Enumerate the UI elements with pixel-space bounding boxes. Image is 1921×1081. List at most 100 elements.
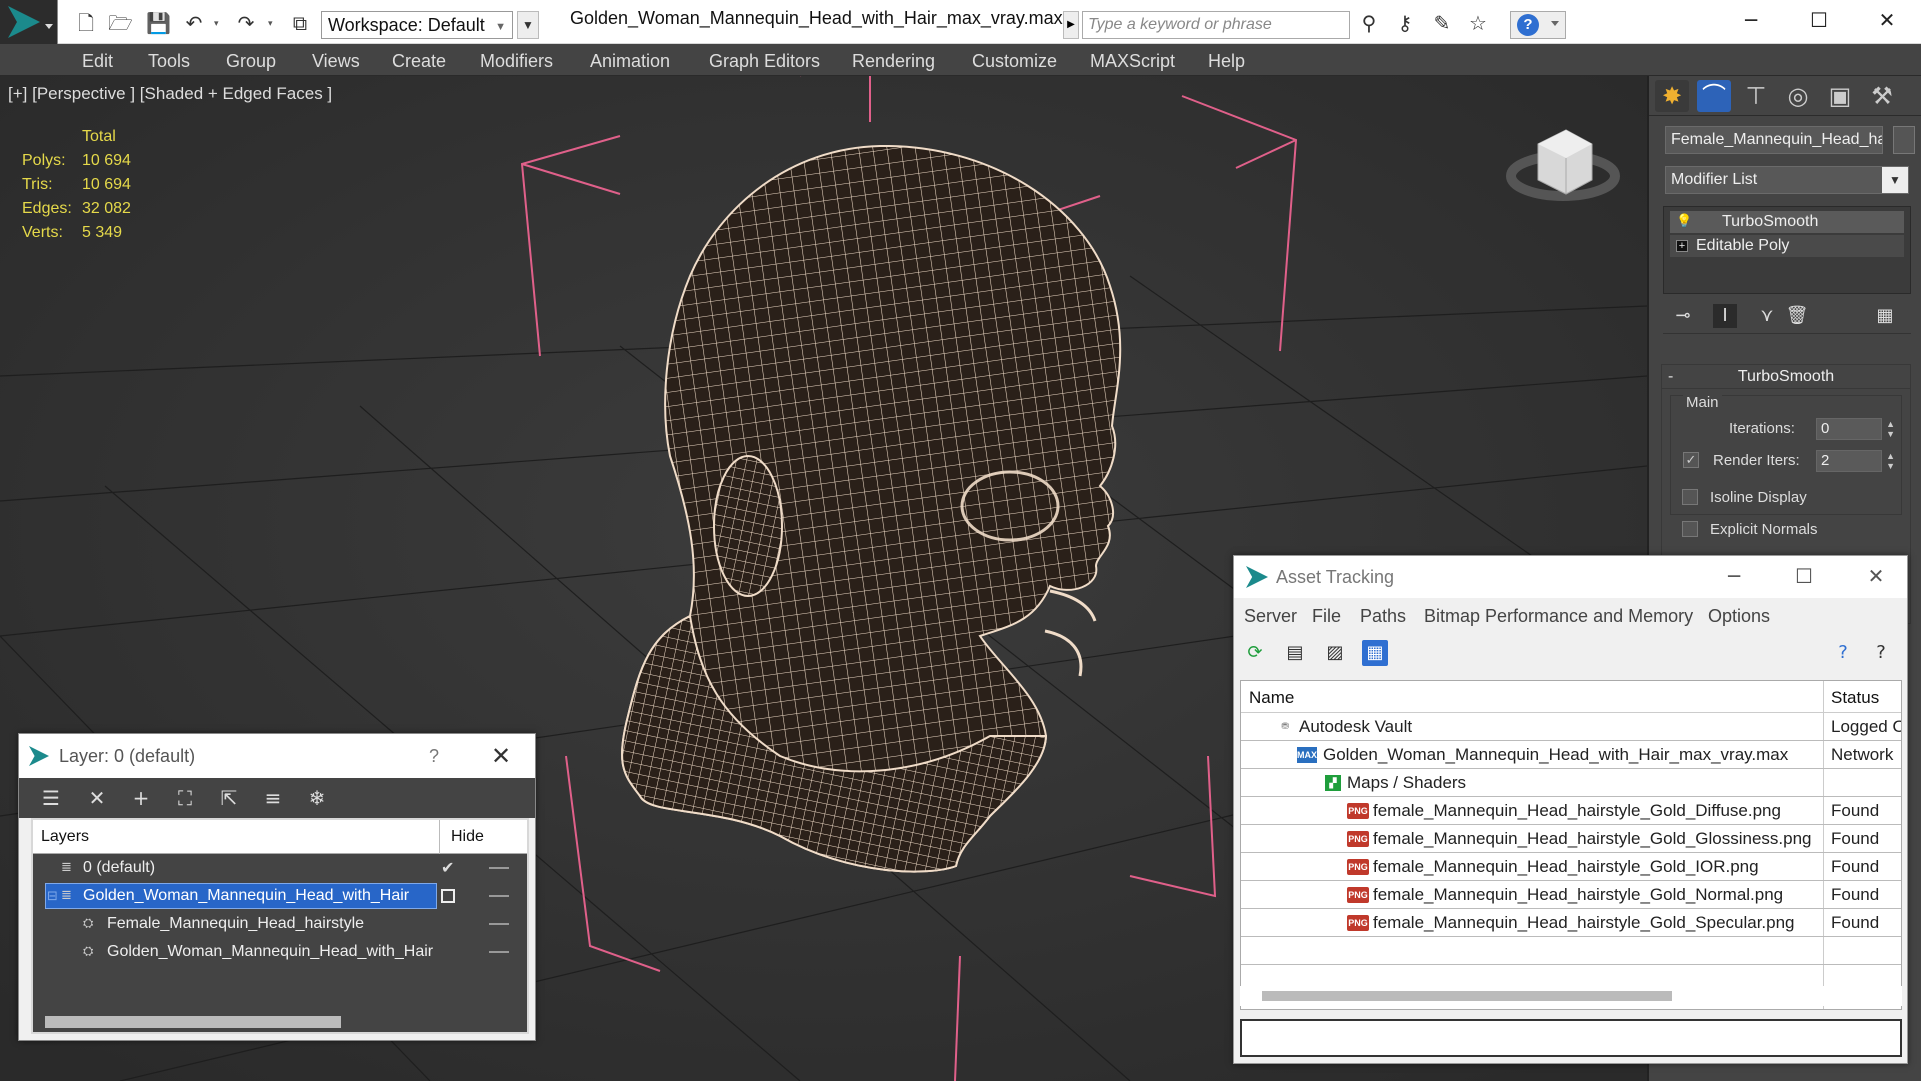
menu-graph-editors[interactable]: Graph Editors — [709, 51, 820, 72]
options-help-icon[interactable]: ? — [1868, 640, 1894, 666]
viewport-label[interactable]: [+] [Perspective ] [Shaded + Edged Faces… — [8, 84, 332, 104]
layer-row[interactable]: ⊟ ≣ Golden_Woman_Mannequin_Head_with_Hai… — [33, 882, 527, 910]
object-color-swatch[interactable] — [1893, 126, 1915, 154]
asset-row[interactable]: ▞ Maps / Shaders — [1241, 769, 1901, 797]
maximize-button[interactable]: ☐ — [1774, 560, 1834, 592]
make-current-layer-icon[interactable]: ≡ — [261, 786, 285, 810]
layer-object-row[interactable]: ⛭ Golden_Woman_Mannequin_Head_with_Hair — [33, 938, 527, 966]
expand-plus-icon[interactable]: + — [1676, 240, 1688, 252]
vault-help-icon[interactable]: ? — [1830, 640, 1856, 666]
menu-rendering[interactable]: Rendering — [852, 51, 935, 72]
stack-item-editable-poly[interactable]: + Editable Poly — [1670, 235, 1904, 257]
asset-row[interactable]: PNG female_Mannequin_Head_hairstyle_Gold… — [1241, 881, 1901, 909]
name-column-header[interactable]: Name — [1249, 688, 1294, 708]
menu-maxscript[interactable]: MAXScript — [1090, 51, 1175, 72]
horizontal-scrollbar[interactable] — [45, 1016, 341, 1028]
select-objects-in-layer-icon[interactable]: ⛶ — [173, 786, 197, 810]
make-unique-icon[interactable]: ⋎ — [1755, 304, 1779, 328]
app-menu-button[interactable] — [0, 0, 58, 44]
save-file-icon[interactable]: 💾 — [146, 11, 171, 35]
utilities-tab-icon[interactable]: ⚒ — [1865, 80, 1899, 112]
render-iters-checkbox[interactable]: ✓ — [1683, 452, 1699, 468]
new-layer-icon[interactable]: ☰ — [39, 786, 63, 810]
hide-toggle[interactable] — [489, 867, 509, 869]
favorites-star-icon[interactable]: ☆ — [1466, 11, 1490, 35]
menu-views[interactable]: Views — [312, 51, 360, 72]
display-tab-icon[interactable]: ▣ — [1823, 80, 1857, 112]
undo-dropdown-icon[interactable]: ▾ — [214, 19, 222, 29]
binoculars-icon[interactable]: ⚲ — [1357, 11, 1381, 35]
add-to-layer-icon[interactable]: + — [129, 786, 153, 810]
menu-file[interactable]: File — [1312, 606, 1341, 627]
search-expand-button[interactable]: ▶ — [1063, 11, 1079, 39]
close-button[interactable]: ✕ — [1846, 560, 1906, 592]
menu-options[interactable]: Options — [1708, 606, 1770, 627]
hierarchy-tab-icon[interactable]: ⊤ — [1739, 80, 1773, 112]
lightbulb-icon[interactable]: 💡 — [1676, 214, 1692, 228]
hide-column-header[interactable]: Hide — [451, 828, 484, 846]
menu-help[interactable]: Help — [1208, 51, 1245, 72]
status-column-header[interactable]: Status — [1831, 688, 1879, 708]
asset-row[interactable]: PNG female_Mannequin_Head_hairstyle_Gold… — [1241, 853, 1901, 881]
key-icon[interactable]: ⚷ — [1393, 11, 1417, 35]
menu-tools[interactable]: Tools — [148, 51, 190, 72]
show-end-result-icon[interactable]: I — [1713, 304, 1737, 328]
select-layer-icon[interactable]: ⇱ — [217, 786, 241, 810]
asset-path-field[interactable] — [1240, 1019, 1902, 1057]
rollout-header[interactable]: - TurboSmooth — [1662, 365, 1910, 389]
menu-animation[interactable]: Animation — [590, 51, 670, 72]
minimize-button[interactable]: ─ — [1716, 0, 1786, 40]
scroll-thumb[interactable] — [1262, 991, 1672, 1001]
menu-customize[interactable]: Customize — [972, 51, 1057, 72]
search-input[interactable]: Type a keyword or phrase — [1082, 11, 1350, 39]
delete-layer-icon[interactable]: ✕ — [85, 786, 109, 810]
explicit-normals-checkbox[interactable] — [1682, 521, 1698, 537]
communication-icon[interactable]: ✎ — [1430, 11, 1454, 35]
refresh-icon[interactable]: ⟳ — [1242, 640, 1268, 666]
hide-toggle[interactable] — [489, 895, 509, 897]
undo-icon[interactable]: ↶ — [182, 11, 206, 35]
menu-server[interactable]: Server — [1244, 606, 1297, 627]
open-file-icon[interactable]: 🗁 — [108, 11, 133, 35]
redo-icon[interactable]: ↷ — [234, 11, 258, 35]
menu-modifiers[interactable]: Modifiers — [480, 51, 553, 72]
hide-toggle[interactable] — [489, 951, 509, 953]
stack-item-turbosmooth[interactable]: 💡 TurboSmooth — [1670, 211, 1904, 233]
create-tab-icon[interactable]: ✸ — [1655, 80, 1689, 112]
help-button[interactable]: ? — [1510, 11, 1566, 39]
asset-row[interactable]: PNG female_Mannequin_Head_hairstyle_Gold… — [1241, 825, 1901, 853]
menu-edit[interactable]: Edit — [82, 51, 113, 72]
asset-row[interactable]: MAX Golden_Woman_Mannequin_Head_with_Hai… — [1241, 741, 1901, 769]
menu-group[interactable]: Group — [226, 51, 276, 72]
hide-toggle[interactable] — [489, 923, 509, 925]
menu-create[interactable]: Create — [392, 51, 446, 72]
layer-dialog-titlebar[interactable]: Layer: 0 (default) ? ✕ — [19, 734, 535, 778]
asset-row[interactable]: ⛃ Autodesk Vault Logged O — [1241, 713, 1901, 741]
iterations-spinner[interactable]: 0 ▲ ▼ — [1816, 418, 1895, 440]
menu-bitmap-performance[interactable]: Bitmap Performance and Memory — [1424, 606, 1693, 627]
help-question-button[interactable]: ? — [429, 746, 439, 767]
horizontal-scrollbar[interactable] — [1240, 986, 1902, 1006]
pin-stack-icon[interactable]: ⊸ — [1671, 304, 1695, 328]
thumbnail-view-icon[interactable]: ▨ — [1322, 640, 1348, 666]
object-name-field[interactable]: Female_Mannequin_Head_hairstyle — [1665, 126, 1883, 154]
motion-tab-icon[interactable]: ◎ — [1781, 80, 1815, 112]
table-view-icon[interactable]: ▦ — [1362, 640, 1388, 666]
layer-row[interactable]: ≣ 0 (default) ✔ — [33, 854, 527, 882]
maximize-button[interactable]: ☐ — [1784, 0, 1854, 40]
layers-column-header[interactable]: Layers — [41, 828, 89, 846]
configure-modifier-sets-icon[interactable]: ▦ — [1873, 304, 1897, 328]
close-icon[interactable]: ✕ — [491, 742, 511, 770]
layer-object-row[interactable]: ⛭ Female_Mannequin_Head_hairstyle — [33, 910, 527, 938]
redo-dropdown-icon[interactable]: ▾ — [268, 19, 276, 29]
asset-row[interactable]: PNG female_Mannequin_Head_hairstyle_Gold… — [1241, 797, 1901, 825]
asset-row[interactable]: PNG female_Mannequin_Head_hairstyle_Gold… — [1241, 909, 1901, 937]
asset-dialog-titlebar[interactable]: Asset Tracking ─ ☐ ✕ — [1234, 556, 1907, 598]
menu-paths[interactable]: Paths — [1360, 606, 1406, 627]
project-folder-icon[interactable]: ⧉ — [288, 11, 312, 35]
make-current-box-icon[interactable] — [441, 889, 455, 903]
close-button[interactable]: ✕ — [1852, 0, 1921, 40]
modifier-list-dropdown[interactable]: Modifier List ▼ — [1665, 166, 1909, 194]
remove-modifier-icon[interactable]: 🗑 — [1785, 304, 1809, 328]
current-layer-check-icon[interactable]: ✔ — [441, 854, 454, 882]
